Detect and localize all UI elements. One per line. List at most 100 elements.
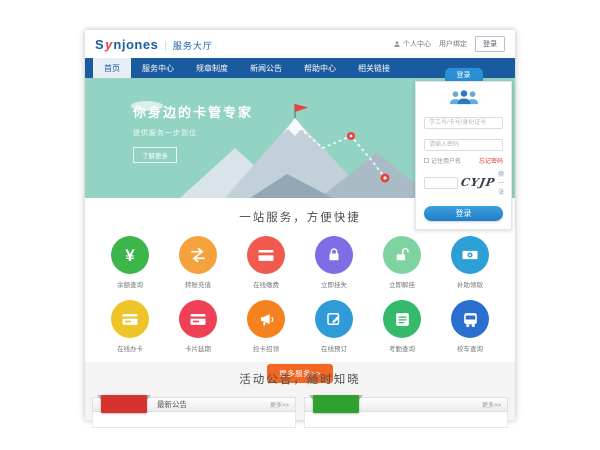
hero-cta-button[interactable]: 了解更多	[133, 147, 177, 163]
campus-news-more-link[interactable]: 更多>>	[270, 400, 289, 409]
service-subsidy-collect[interactable]: 补助领取	[441, 236, 499, 289]
user-binding-label: 用户绑定	[439, 39, 467, 49]
hero-headline: 你身边的卡管专家	[133, 102, 253, 121]
remember-label: 记住用户名	[431, 156, 461, 165]
service-label: 立即挂失	[305, 279, 363, 289]
personal-center-label: 个人中心	[403, 39, 431, 49]
service-label: 卡片延期	[169, 343, 227, 353]
user-guide-more-link[interactable]: 更多>>	[482, 400, 501, 409]
portal-page: S y njones | 服务大厅 个人中心 用户绑定 登录 首页 服务中心 规…	[85, 30, 515, 420]
site-name: 服务大厅	[173, 39, 213, 52]
credit-card-icon	[256, 245, 276, 265]
hero-text: 你身边的卡管专家 提供服务一步到位 了解更多	[133, 102, 253, 163]
service-attendance-query[interactable]: 考勤查询	[373, 300, 431, 353]
campus-news-ribbon-tab[interactable]: 校园动态	[101, 395, 147, 413]
login-submit-button[interactable]: 登录	[424, 206, 503, 221]
banknote-icon	[460, 245, 480, 265]
captcha-row: CYJP 换一张	[424, 169, 503, 196]
captcha-input[interactable]	[424, 177, 458, 189]
payment-circle	[247, 236, 285, 274]
logo-accent-letter: y	[105, 37, 112, 52]
edit-icon	[325, 310, 343, 328]
login-form: 记住用户名 忘记密码 CYJP 换一张 登录	[415, 81, 512, 230]
unlock-circle	[383, 236, 421, 274]
service-label: 转账充值	[169, 279, 227, 289]
user-binding-link[interactable]: 用户绑定	[439, 39, 467, 49]
remember-checkbox[interactable]	[424, 158, 429, 163]
campus-news-list	[92, 412, 296, 428]
logo-divider: |	[164, 41, 167, 52]
transfer-circle	[179, 236, 217, 274]
service-balance-query[interactable]: ¥ 余额查询	[101, 236, 159, 289]
logo-text-rest: njones	[113, 37, 158, 52]
service-cancel-loss[interactable]: 立即解挂	[373, 236, 431, 289]
yuan-icon: ¥	[125, 247, 134, 264]
service-label: 余额查询	[101, 279, 159, 289]
loss-circle	[315, 236, 353, 274]
service-label: 补助领取	[441, 279, 499, 289]
campus-news-panel: 校园动态 最新公告 更多>>	[92, 397, 296, 428]
service-bus-query[interactable]: 校车查询	[441, 300, 499, 353]
services-row-2: 在线办卡 卡片延期 捡卡招领 在线预订	[85, 300, 515, 353]
brand-logo[interactable]: S y njones | 服务大厅	[95, 37, 213, 52]
card-extend-circle	[179, 300, 217, 338]
announcements-title: 活动公告，随时知晓	[85, 371, 515, 387]
card-apply-circle	[111, 300, 149, 338]
header: S y njones | 服务大厅 个人中心 用户绑定 登录	[85, 30, 515, 58]
announcements-section: 活动公告，随时知晓 校园动态 最新公告 更多>> 使用指南 更多>>	[85, 362, 515, 420]
balance-circle: ¥	[111, 236, 149, 274]
users-avatar-icon	[424, 89, 503, 105]
service-online-card[interactable]: 在线办卡	[101, 300, 159, 353]
card-icon	[120, 309, 140, 329]
service-label: 在线缴费	[237, 279, 295, 289]
nav-item-rules[interactable]: 规章制度	[185, 58, 239, 78]
campus-news-header: 校园动态 最新公告 更多>>	[92, 397, 296, 412]
password-input[interactable]	[424, 139, 503, 151]
forgot-password-link[interactable]: 忘记密码	[479, 156, 503, 165]
remember-row: 记住用户名 忘记密码	[424, 156, 503, 165]
nav-item-links[interactable]: 相关链接	[347, 58, 401, 78]
service-report-loss[interactable]: 立即挂失	[305, 236, 363, 289]
username-input[interactable]	[424, 117, 503, 129]
header-right: 个人中心 用户绑定 登录	[393, 36, 505, 52]
attendance-circle	[383, 300, 421, 338]
card-icon	[188, 309, 208, 329]
logo-text: S	[95, 37, 104, 52]
unlock-icon	[393, 246, 411, 264]
megaphone-icon	[257, 310, 276, 329]
user-guide-panel: 使用指南 更多>>	[304, 397, 508, 428]
service-label: 校车查询	[441, 343, 499, 353]
captcha-image: CYJP	[460, 176, 496, 189]
nav-item-help[interactable]: 帮助中心	[293, 58, 347, 78]
service-card-extension[interactable]: 卡片延期	[169, 300, 227, 353]
captcha-refresh-link[interactable]: 换一张	[498, 169, 504, 196]
subsidy-circle	[451, 236, 489, 274]
login-tab[interactable]: 登录	[445, 68, 483, 81]
service-label: 考勤查询	[373, 343, 431, 353]
service-online-payment[interactable]: 在线缴费	[237, 236, 295, 289]
nav-item-home[interactable]: 首页	[93, 58, 131, 78]
announcement-panels: 校园动态 最新公告 更多>> 使用指南 更多>>	[85, 397, 515, 428]
service-label: 立即解挂	[373, 279, 431, 289]
user-guide-header: 使用指南 更多>>	[304, 397, 508, 412]
found-card-circle	[247, 300, 285, 338]
service-found-card[interactable]: 捡卡招领	[237, 300, 295, 353]
lock-icon	[325, 246, 343, 264]
bus-icon	[461, 310, 480, 329]
personal-center-link[interactable]: 个人中心	[393, 39, 431, 49]
service-label: 捡卡招领	[237, 343, 295, 353]
nav-item-service-center[interactable]: 服务中心	[131, 58, 185, 78]
service-label: 在线预订	[305, 343, 363, 353]
nav-item-news[interactable]: 新闻公告	[239, 58, 293, 78]
service-online-booking[interactable]: 在线预订	[305, 300, 363, 353]
services-row-1: ¥ 余额查询 转账充值 在线缴费 立即挂失	[85, 236, 515, 289]
service-transfer-recharge[interactable]: 转账充值	[169, 236, 227, 289]
user-guide-ribbon-tab[interactable]: 使用指南	[313, 395, 359, 413]
hero-subline: 提供服务一步到位	[133, 128, 253, 138]
topbar-login-button[interactable]: 登录	[475, 36, 505, 52]
latest-announcements-tab[interactable]: 最新公告	[157, 399, 187, 410]
list-icon	[393, 310, 412, 329]
login-panel: 登录 记住用户名 忘记密码 CYJP 换一张 登录	[415, 68, 512, 230]
bus-circle	[451, 300, 489, 338]
user-icon	[393, 40, 401, 48]
